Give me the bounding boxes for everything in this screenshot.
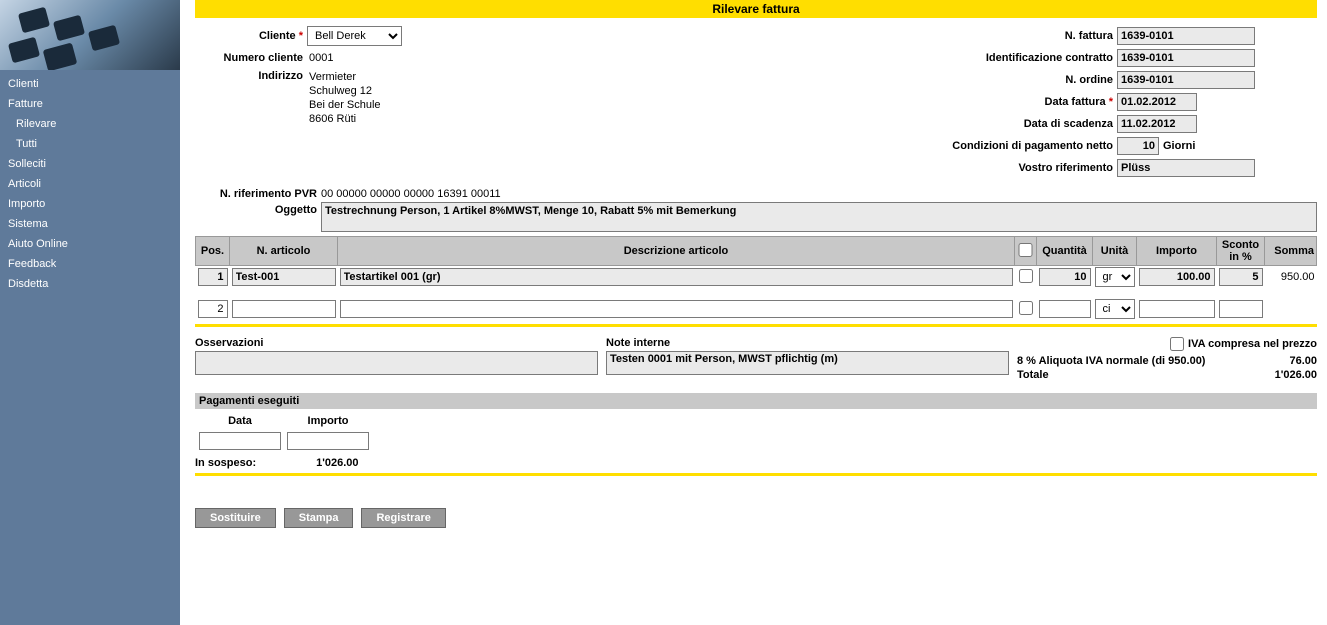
items-table: Pos. N. articolo Descrizione articolo Qu… <box>195 236 1317 320</box>
label-id-contratto: Identificazione contratto <box>877 52 1117 64</box>
line-sum-1: 950.00 <box>1265 266 1317 289</box>
th-somma: Somma <box>1265 237 1317 266</box>
input-data-scadenza[interactable] <box>1117 115 1197 133</box>
input-id-contratto[interactable] <box>1117 49 1255 67</box>
nav-disdetta[interactable]: Disdetta <box>0 274 180 294</box>
label-data-scadenza: Data di scadenza <box>877 118 1117 130</box>
label-giorni: Giorni <box>1159 140 1195 152</box>
th-quantita: Quantità <box>1037 237 1093 266</box>
label-in-sospeso: In sospeso: <box>195 457 256 469</box>
page-title: Rilevare fattura <box>195 0 1317 18</box>
input-note-interne[interactable]: Testen 0001 mit Person, MWST pflichtig (… <box>606 351 1009 375</box>
label-cond-pagamento: Condizioni di pagamento netto <box>877 140 1117 152</box>
nav-aiuto[interactable]: Aiuto Online <box>0 234 180 254</box>
nav-solleciti[interactable]: Solleciti <box>0 154 180 174</box>
value-numero-cliente: 0001 <box>307 52 333 64</box>
input-pos-2[interactable] <box>198 300 228 318</box>
input-qty-2[interactable] <box>1039 300 1091 318</box>
label-n-ordine: N. ordine <box>877 74 1117 86</box>
th-n-articolo: N. articolo <box>230 237 338 266</box>
label-cliente: Cliente * <box>195 30 307 42</box>
label-pagamenti-eseguiti: Pagamenti eseguiti <box>195 393 1317 409</box>
th-pag-importo: Importo <box>285 413 371 429</box>
divider <box>195 324 1317 327</box>
line-sum-2 <box>1265 298 1317 320</box>
item-row-2: ci <box>196 298 1317 320</box>
value-pvr: 00 00000 00000 00000 16391 00011 <box>321 188 501 200</box>
value-totale: 1'026.00 <box>1275 369 1317 381</box>
sidebar: Clienti Fatture Rilevare Tutti Solleciti… <box>0 0 180 625</box>
th-pos: Pos. <box>196 237 230 266</box>
input-vostro-rif[interactable] <box>1117 159 1255 177</box>
value-in-sospeso: 1'026.00 <box>316 457 358 469</box>
label-vostro-rif: Vostro riferimento <box>877 162 1117 174</box>
th-sconto: Sconto in % <box>1217 237 1265 266</box>
nav-rilevare[interactable]: Rilevare <box>0 114 180 134</box>
input-desc-2[interactable] <box>340 300 1013 318</box>
input-pag-importo[interactable] <box>287 432 369 450</box>
nav-tutti[interactable]: Tutti <box>0 134 180 154</box>
input-article-2[interactable] <box>232 300 336 318</box>
input-qty-1[interactable] <box>1039 268 1091 286</box>
button-stampa[interactable]: Stampa <box>284 508 354 528</box>
nav-sistema[interactable]: Sistema <box>0 214 180 234</box>
input-oggetto[interactable]: Testrechnung Person, 1 Artikel 8%MWST, M… <box>321 202 1317 232</box>
divider-2 <box>195 473 1317 476</box>
nav-importo[interactable]: Importo <box>0 194 180 214</box>
select-unit-2[interactable]: ci <box>1095 299 1135 319</box>
address-block: Vermieter Schulweg 12 Bei der Schule 860… <box>307 70 381 126</box>
sidebar-nav: Clienti Fatture Rilevare Tutti Solleciti… <box>0 70 180 298</box>
th-unita: Unità <box>1093 237 1137 266</box>
input-desc-1[interactable] <box>340 268 1013 286</box>
th-pag-data: Data <box>197 413 283 429</box>
select-unit-1[interactable]: gr <box>1095 267 1135 287</box>
input-n-ordine[interactable] <box>1117 71 1255 89</box>
input-price-1[interactable] <box>1139 268 1215 286</box>
label-note-interne: Note interne <box>606 337 1009 349</box>
label-totale: Totale <box>1017 369 1049 381</box>
value-iva-amount: 76.00 <box>1289 355 1317 367</box>
sidebar-header-image <box>0 0 180 70</box>
label-iva-compresa: IVA compresa nel prezzo <box>1188 338 1317 350</box>
checkbox-iva-compresa[interactable] <box>1170 337 1184 351</box>
th-importo: Importo <box>1137 237 1217 266</box>
main-content: Rilevare fattura Cliente * Bell Derek Nu… <box>180 0 1327 625</box>
label-iva-rate: 8 % Aliquota IVA normale (di 950.00) <box>1017 355 1205 367</box>
item-row-1: gr 950.00 <box>196 266 1317 289</box>
button-sostituire[interactable]: Sostituire <box>195 508 276 528</box>
row-checkbox-1[interactable] <box>1017 269 1035 283</box>
label-osservazioni: Osservazioni <box>195 337 598 349</box>
nav-feedback[interactable]: Feedback <box>0 254 180 274</box>
client-select[interactable]: Bell Derek <box>307 26 402 46</box>
row-checkbox-2[interactable] <box>1017 301 1035 315</box>
input-pos-1[interactable] <box>198 268 228 286</box>
input-osservazioni[interactable] <box>195 351 598 375</box>
input-data-fattura[interactable] <box>1117 93 1197 111</box>
input-n-fattura[interactable] <box>1117 27 1255 45</box>
header-checkbox[interactable] <box>1017 243 1034 257</box>
input-article-1[interactable] <box>232 268 336 286</box>
label-oggetto: Oggetto <box>195 202 321 216</box>
th-descrizione: Descrizione articolo <box>338 237 1015 266</box>
label-indirizzo: Indirizzo <box>195 70 307 82</box>
label-n-fattura: N. fattura <box>877 30 1117 42</box>
nav-clienti[interactable]: Clienti <box>0 74 180 94</box>
label-data-fattura: Data fattura * <box>877 96 1117 108</box>
input-disc-2[interactable] <box>1219 300 1263 318</box>
th-checkbox <box>1015 237 1037 266</box>
label-numero-cliente: Numero cliente <box>195 52 307 64</box>
label-pvr: N. riferimento PVR <box>195 188 321 200</box>
input-disc-1[interactable] <box>1219 268 1263 286</box>
nav-articoli[interactable]: Articoli <box>0 174 180 194</box>
button-registrare[interactable]: Registrare <box>361 508 445 528</box>
input-price-2[interactable] <box>1139 300 1215 318</box>
nav-fatture[interactable]: Fatture <box>0 94 180 114</box>
input-cond-pagamento[interactable] <box>1117 137 1159 155</box>
input-pag-data[interactable] <box>199 432 281 450</box>
